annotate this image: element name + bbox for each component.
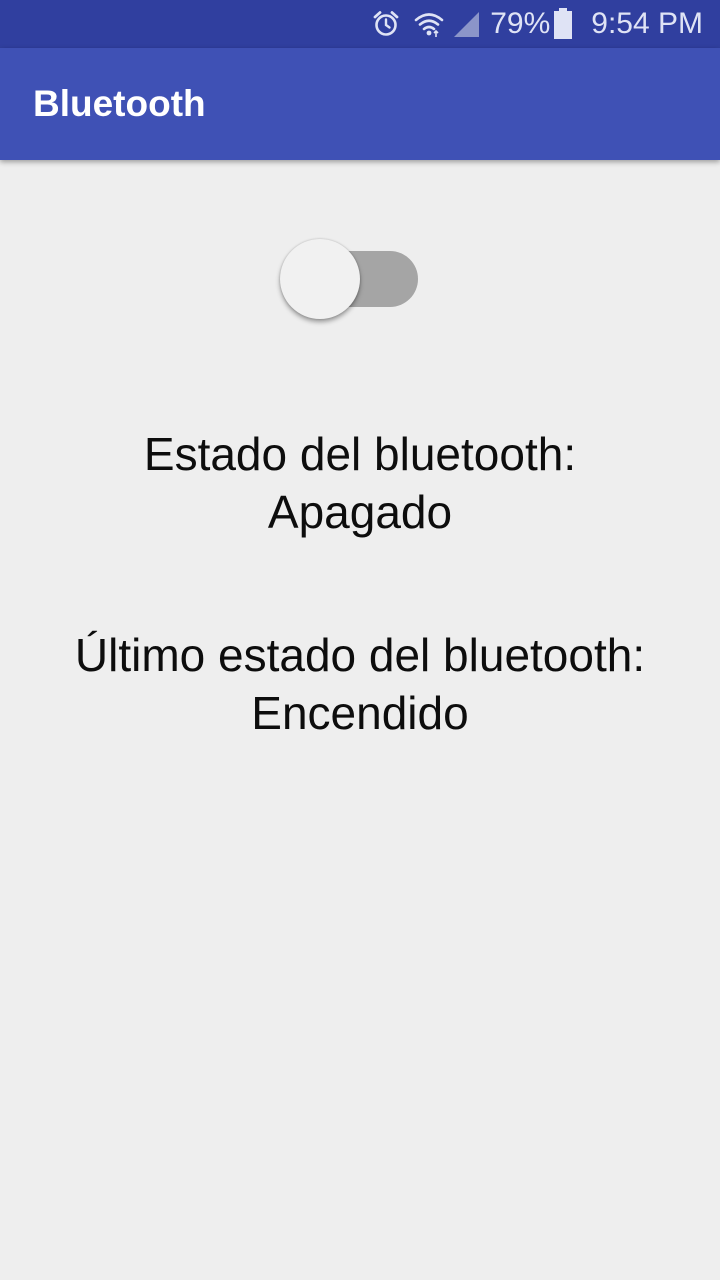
bluetooth-toggle-switch[interactable] <box>280 238 420 322</box>
battery-icon <box>553 8 573 40</box>
bluetooth-status-value: Apagado <box>267 486 453 538</box>
app-bar: Bluetooth <box>0 48 720 160</box>
status-icons: 79% 9:54 PM <box>372 0 703 48</box>
last-bluetooth-status: Último estado del bluetooth: Encendido <box>0 626 720 742</box>
last-bluetooth-status-value: Encendido <box>251 687 469 739</box>
wifi-icon <box>414 9 444 39</box>
alarm-icon <box>372 10 400 38</box>
clock: 9:54 PM <box>591 7 703 40</box>
switch-thumb <box>280 239 360 319</box>
status-bar: 79% 9:54 PM <box>0 0 720 48</box>
bluetooth-status-label: Estado del bluetooth: <box>143 428 577 480</box>
last-bluetooth-status-label: Último estado del bluetooth: <box>74 629 646 681</box>
signal-icon <box>452 10 480 38</box>
bluetooth-status: Estado del bluetooth: Apagado <box>0 425 720 541</box>
battery-percentage: 79% <box>490 7 551 40</box>
app-title: Bluetooth <box>33 83 206 124</box>
main-content: Estado del bluetooth: Apagado Último est… <box>0 160 720 1280</box>
